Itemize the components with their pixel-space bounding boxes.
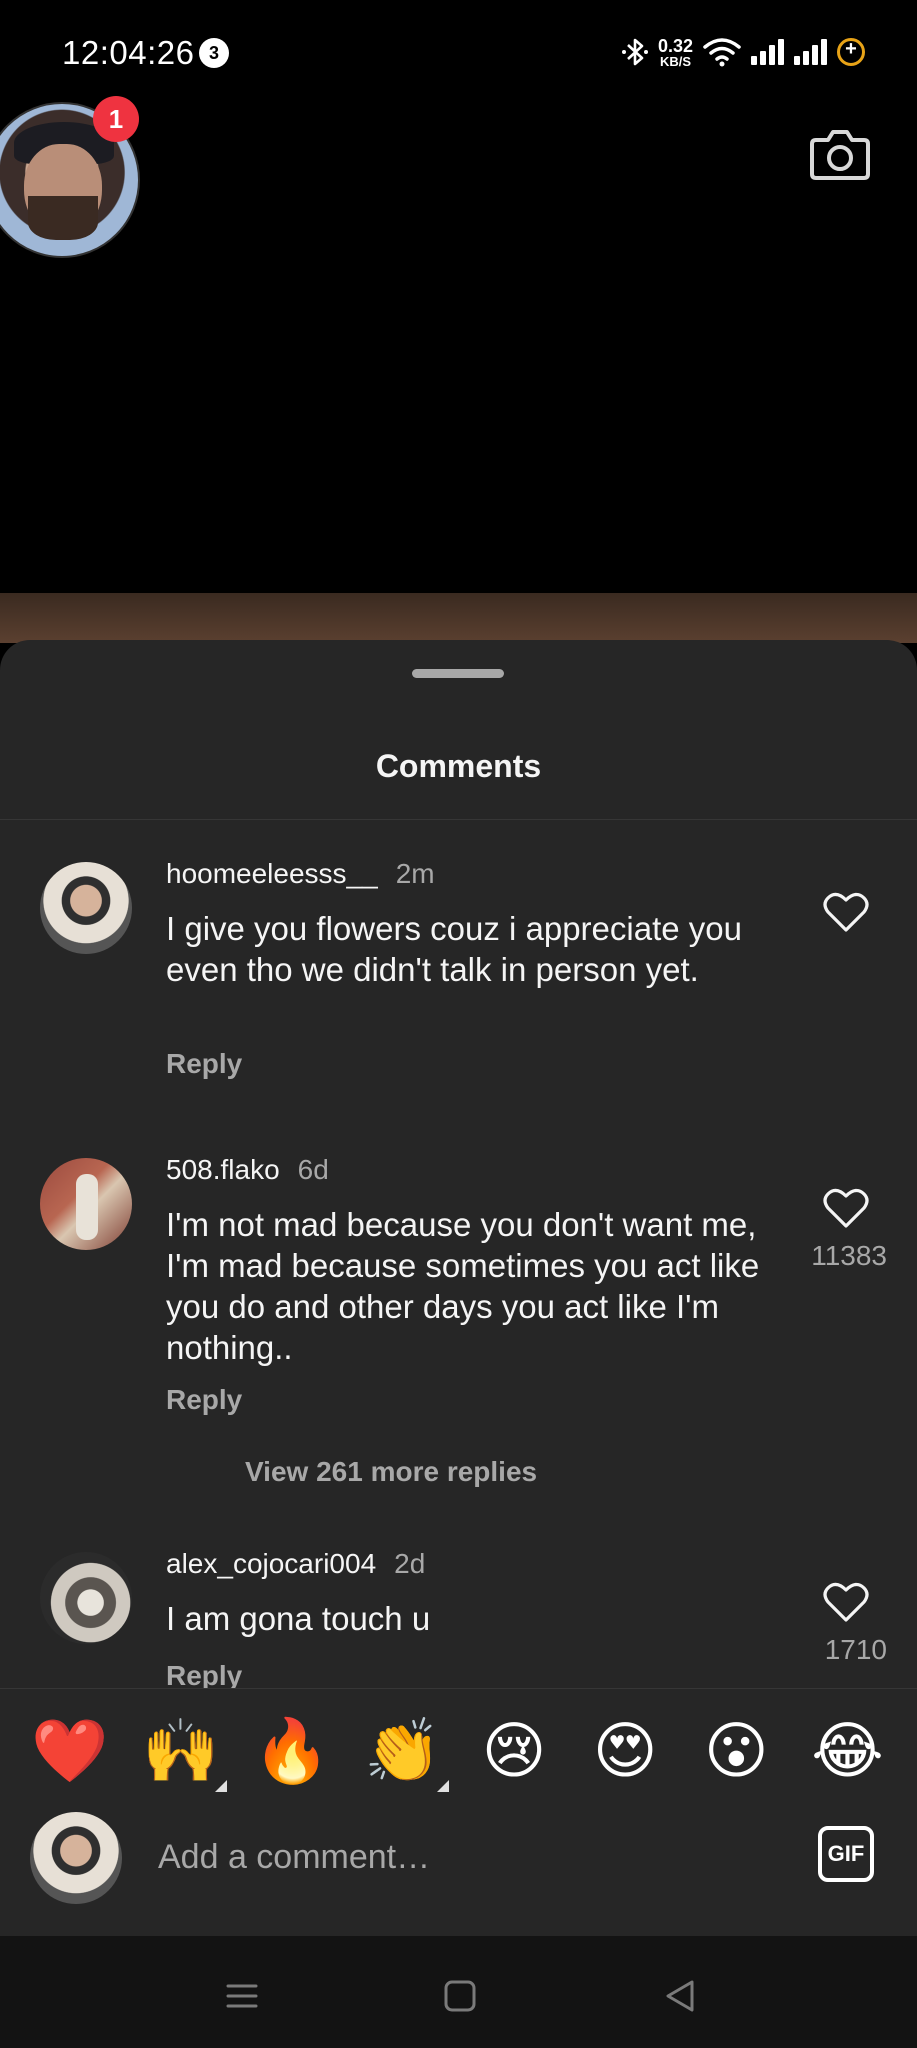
comment-header: 508.flako 6d — [166, 1154, 329, 1186]
signal-strength-icon-1 — [751, 39, 784, 65]
sheet-title: Comments — [375, 748, 542, 784]
emoji-surprised[interactable]: 😮 — [696, 1719, 776, 1782]
comment-text: I am gona touch u — [166, 1600, 431, 1637]
sheet-drag-handle[interactable] — [412, 669, 504, 678]
like-count: 11383 — [811, 1240, 887, 1271]
emoji-heart[interactable]: ❤️ — [30, 1719, 110, 1782]
wifi-icon — [703, 38, 741, 67]
comment-time: 2m — [395, 858, 435, 889]
emoji-clap[interactable]: 👏 — [363, 1719, 449, 1792]
camera-icon[interactable] — [808, 122, 872, 186]
gif-button[interactable]: GIF — [818, 1826, 874, 1882]
comment-input-row: GIF — [0, 1812, 917, 1936]
back-icon[interactable] — [660, 1976, 700, 2016]
network-speed: 0.32 KB/S — [658, 37, 693, 68]
reply-button[interactable]: Reply — [166, 1048, 242, 1080]
comment-text: I give you flowers couz i appreciate you… — [166, 910, 742, 988]
status-time: 12:04:26 — [62, 34, 195, 71]
heart-icon[interactable] — [822, 1186, 870, 1230]
emoji-reaction-bar: ❤️ 🙌 🔥 👏 😢 😍 😮 😂 — [0, 1688, 917, 1812]
comments-sheet: Comments hoomeeleesss__ 2m I give you fl… — [0, 640, 917, 1936]
home-icon[interactable] — [440, 1976, 480, 2016]
like-count: 1710 — [824, 1634, 887, 1665]
emoji-laughing[interactable]: 😂 — [807, 1719, 887, 1782]
story-notification-badge: 1 — [93, 96, 139, 142]
status-bar: 12:04:26 3 0.32 KB/S — [0, 0, 917, 105]
comment-avatar[interactable] — [40, 862, 132, 954]
network-speed-value: 0.32 — [657, 35, 693, 56]
bluetooth-icon — [621, 38, 648, 66]
emoji-fire[interactable]: 🔥 — [252, 1719, 332, 1782]
reply-button[interactable]: Reply — [166, 1660, 242, 1688]
system-navigation-bar — [0, 1936, 917, 2048]
comment-avatar[interactable] — [40, 1552, 132, 1644]
menu-icon[interactable] — [222, 1976, 262, 2016]
comment-username[interactable]: 508.flako — [166, 1154, 280, 1186]
comments-list[interactable]: hoomeeleesss__ 2m I give you flowers cou… — [0, 820, 917, 1688]
signal-strength-icon-2 — [794, 39, 827, 65]
emoji-raised-hands[interactable]: 🙌 — [141, 1719, 227, 1792]
comment-username[interactable]: hoomeeleesss__ — [166, 858, 378, 890]
current-user-avatar — [30, 1812, 122, 1904]
comment-input[interactable] — [158, 1822, 778, 1892]
reply-button[interactable]: Reply — [166, 1384, 242, 1416]
video-background — [0, 593, 917, 643]
emoji-heart-eyes[interactable]: 😍 — [585, 1719, 665, 1782]
notification-count-badge: 3 — [199, 38, 229, 68]
comment-username[interactable]: alex_cojocari004 — [166, 1548, 376, 1580]
comment-time: 6d — [297, 1154, 329, 1185]
network-speed-unit: KB/S — [659, 53, 691, 69]
heart-icon[interactable] — [822, 1580, 870, 1624]
comment-time: 2d — [394, 1548, 426, 1579]
view-replies-button[interactable]: View 261 more replies — [245, 1456, 537, 1488]
battery-charging-icon — [837, 38, 865, 66]
heart-icon[interactable] — [822, 890, 870, 934]
emoji-crying[interactable]: 😢 — [474, 1719, 554, 1782]
status-icons: 0.32 KB/S — [621, 34, 865, 70]
comment-text: I'm not mad because you don't want me, I… — [166, 1206, 760, 1366]
comment-header: alex_cojocari004 2d — [166, 1548, 425, 1580]
comment-header: hoomeeleesss__ 2m — [166, 858, 435, 890]
comment-avatar[interactable] — [40, 1158, 132, 1250]
